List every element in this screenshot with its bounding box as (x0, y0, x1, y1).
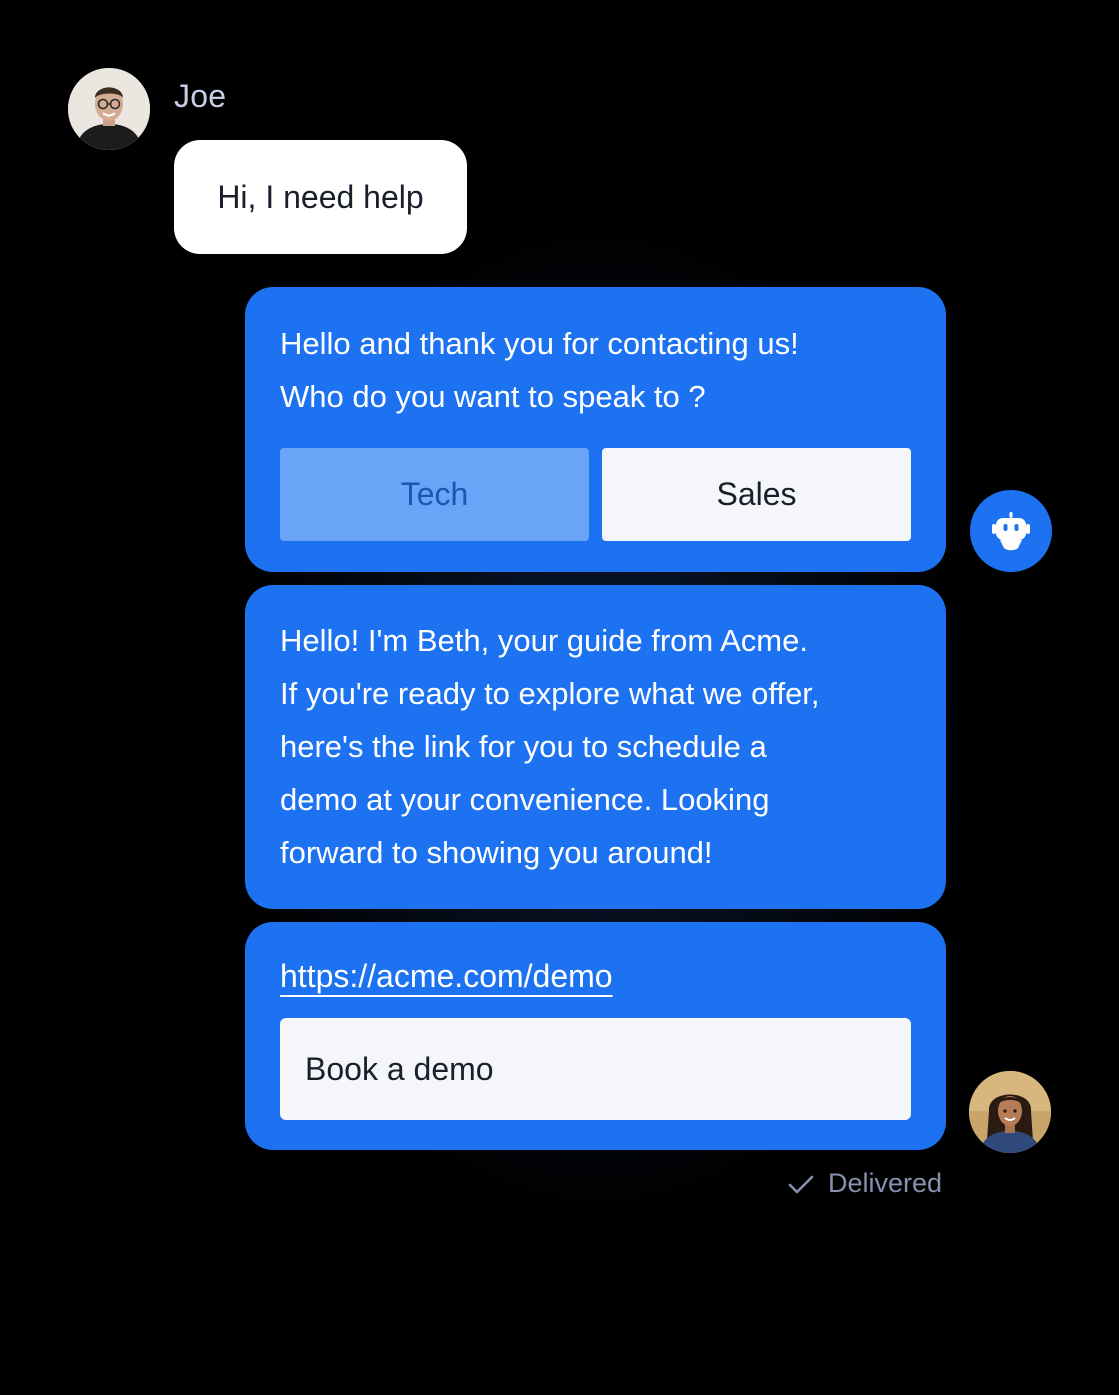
tech-option-button[interactable]: Tech (280, 448, 589, 541)
bot-message-bubble: Hello and thank you for contacting us! W… (245, 287, 946, 572)
bot-avatar (970, 490, 1052, 572)
user-avatar (68, 68, 150, 150)
sales-option-button[interactable]: Sales (602, 448, 911, 541)
bot-message-line: here's the link for you to schedule a (280, 729, 767, 764)
bot-message-line: Hello and thank you for contacting us! (280, 326, 799, 361)
agent-avatar-photo (969, 1071, 1051, 1153)
bot-message-line: forward to showing you around! (280, 835, 713, 870)
user-message-bubble: Hi, I need help (174, 140, 467, 254)
bot-message-bubble: https://acme.com/demo Book a demo (245, 922, 946, 1150)
demo-link[interactable]: https://acme.com/demo (280, 950, 613, 1003)
bot-message-line: If you're ready to explore what we offer… (280, 676, 820, 711)
bot-message-line: Who do you want to speak to ? (280, 379, 706, 414)
bot-message-text: Hello! I'm Beth, your guide from Acme. I… (280, 614, 916, 879)
bot-message-text: Hello and thank you for contacting us! W… (280, 317, 916, 423)
bot-message-line: demo at your convenience. Looking (280, 782, 770, 817)
bot-message-line: Hello! I'm Beth, your guide from Acme. (280, 623, 808, 658)
check-icon (786, 1172, 816, 1196)
delivery-status: Delivered (786, 1168, 942, 1199)
delivery-status-text: Delivered (828, 1168, 943, 1198)
book-demo-button[interactable]: Book a demo (280, 1018, 911, 1120)
sender-name: Joe (174, 78, 227, 114)
book-demo-label: Book a demo (305, 1050, 494, 1087)
user-avatar-photo (68, 68, 150, 150)
user-message-text: Hi, I need help (217, 178, 424, 215)
bot-message-bubble: Hello! I'm Beth, your guide from Acme. I… (245, 585, 946, 909)
agent-avatar (969, 1071, 1051, 1153)
robot-icon (992, 512, 1030, 551)
